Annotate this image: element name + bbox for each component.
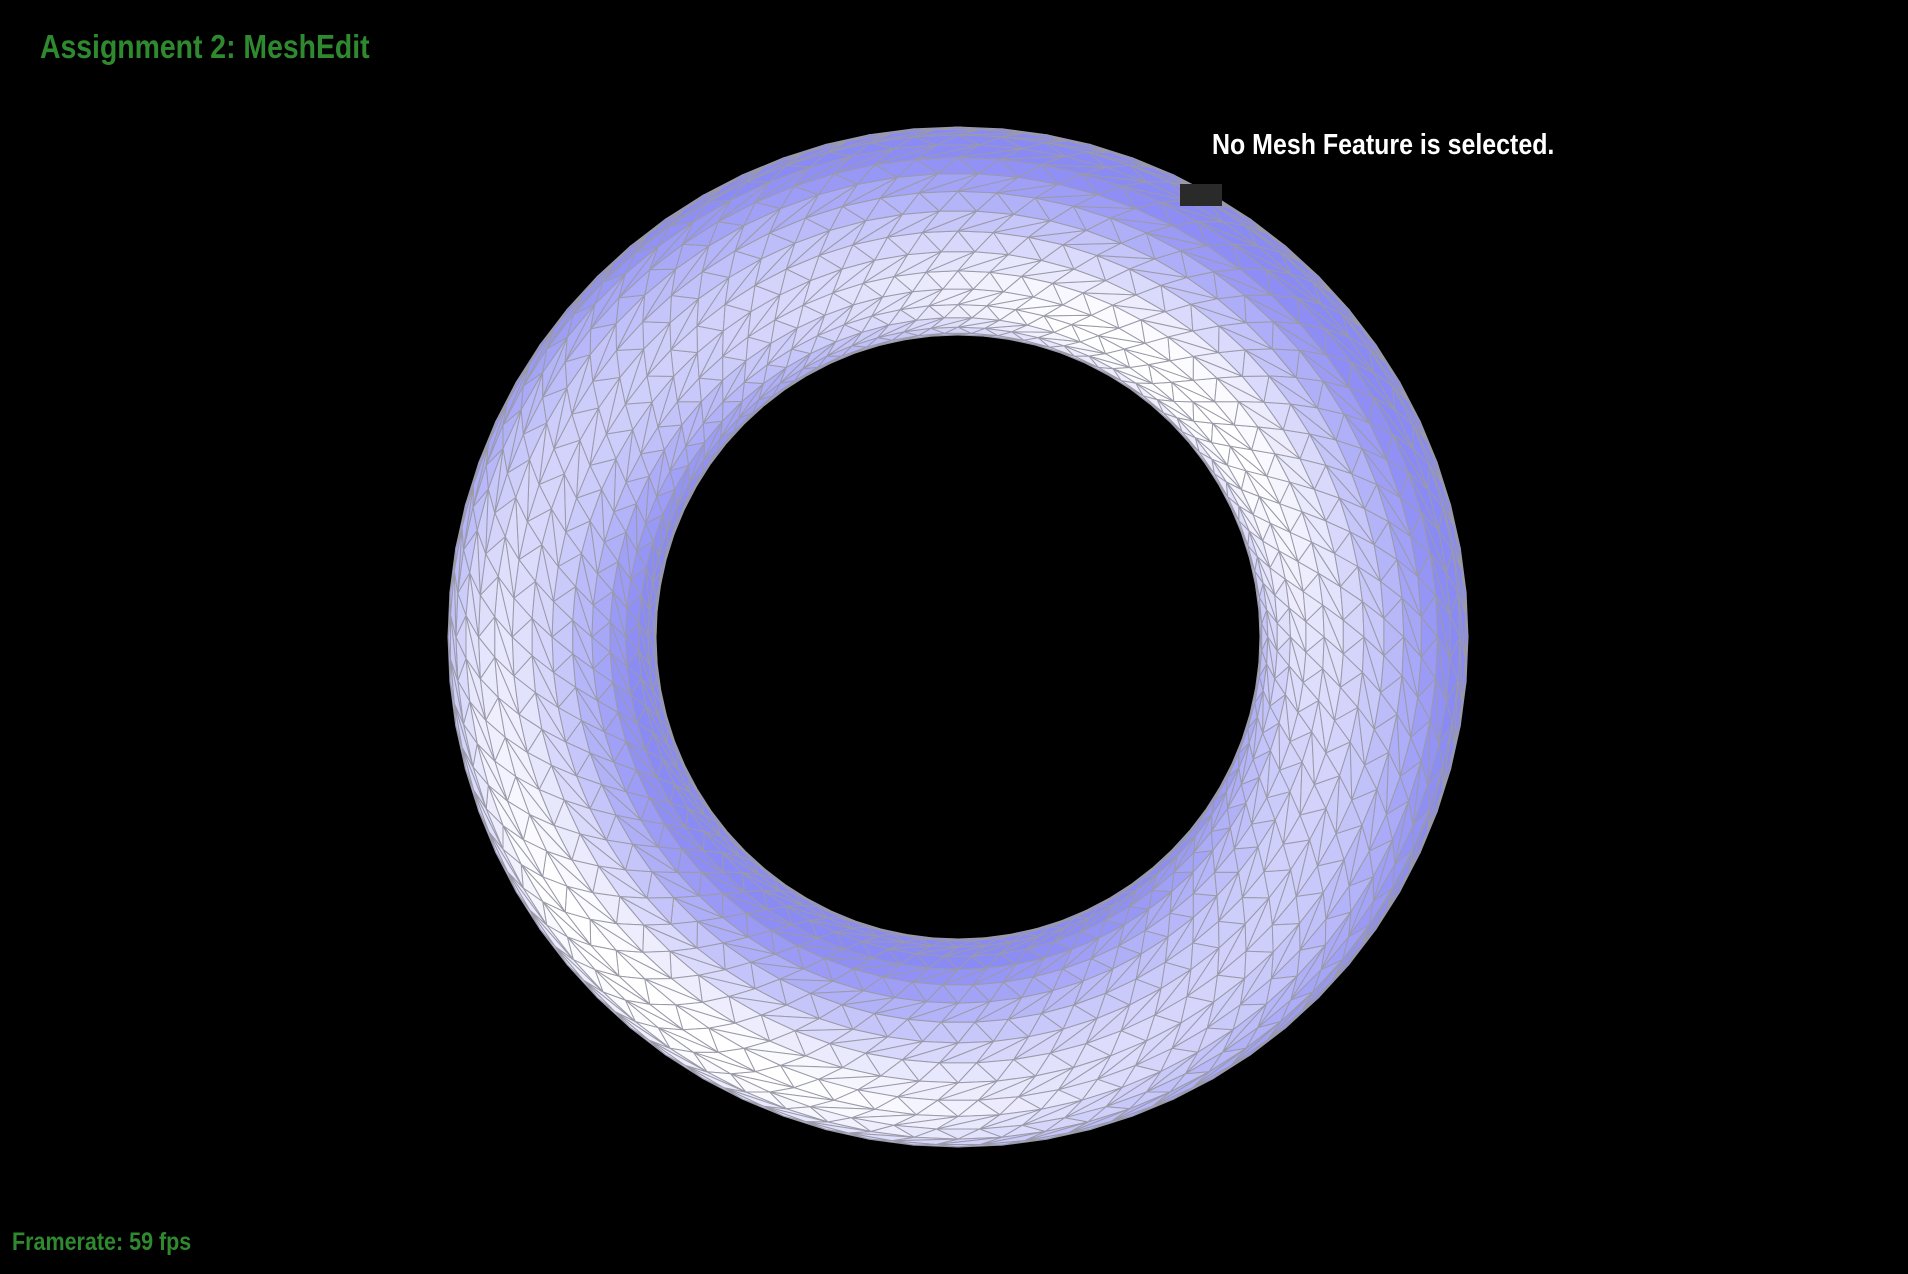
selection-marker [1180,184,1222,206]
selection-status: No Mesh Feature is selected. [1212,129,1555,161]
framerate-readout: Framerate: 59 fps [12,1228,192,1256]
mesh-viewport[interactable] [0,0,1908,1274]
app-title: Assignment 2: MeshEdit [40,28,370,65]
meshedit-window: Assignment 2: MeshEdit No Mesh Feature i… [0,0,1908,1274]
